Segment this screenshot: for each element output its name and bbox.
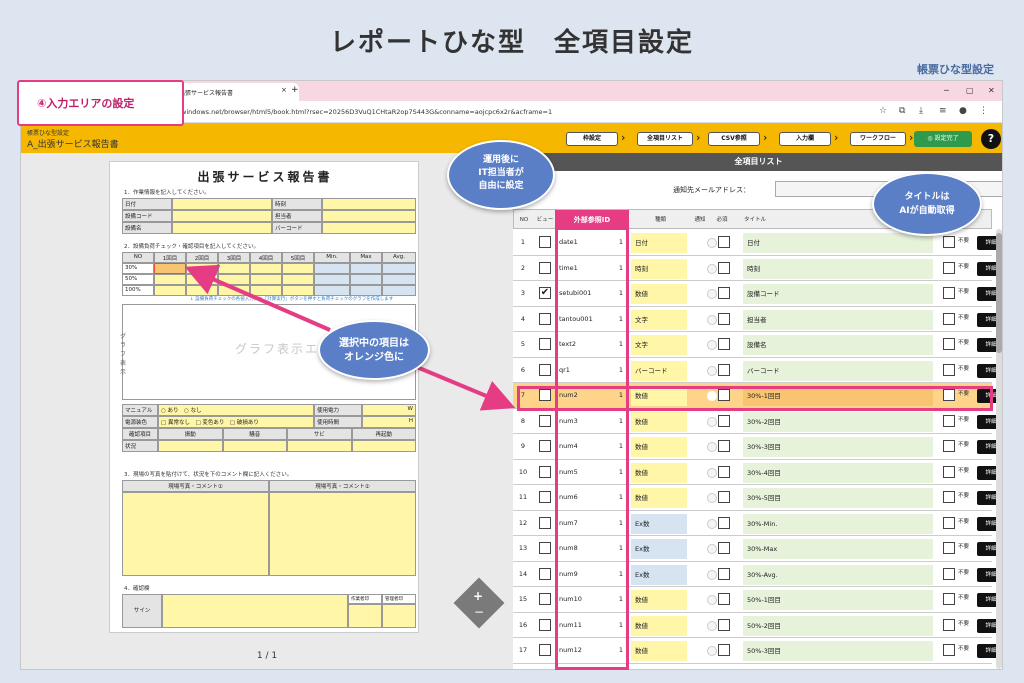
bubble-line: 選択中の項目は <box>339 338 409 349</box>
bubble-selected-orange: 選択中の項目は オレンジ色に <box>318 320 430 380</box>
bubble-ai-title: タイトルは AIが自動取得 <box>872 172 982 236</box>
bubble-line: 自由に設定 <box>478 181 524 191</box>
bubble-line: AIが自動取得 <box>899 206 955 216</box>
bubble-line: 運用後に <box>482 155 519 165</box>
arrow-to-document-cell <box>184 264 331 332</box>
arrow-overlay <box>184 264 516 411</box>
bubble-line: IT担当者が <box>478 168 524 178</box>
bubble-line: タイトルは <box>904 192 950 202</box>
bubble-it-admin: 運用後に IT担当者が 自由に設定 <box>447 140 555 210</box>
bubble-line: オレンジ色に <box>344 352 404 363</box>
